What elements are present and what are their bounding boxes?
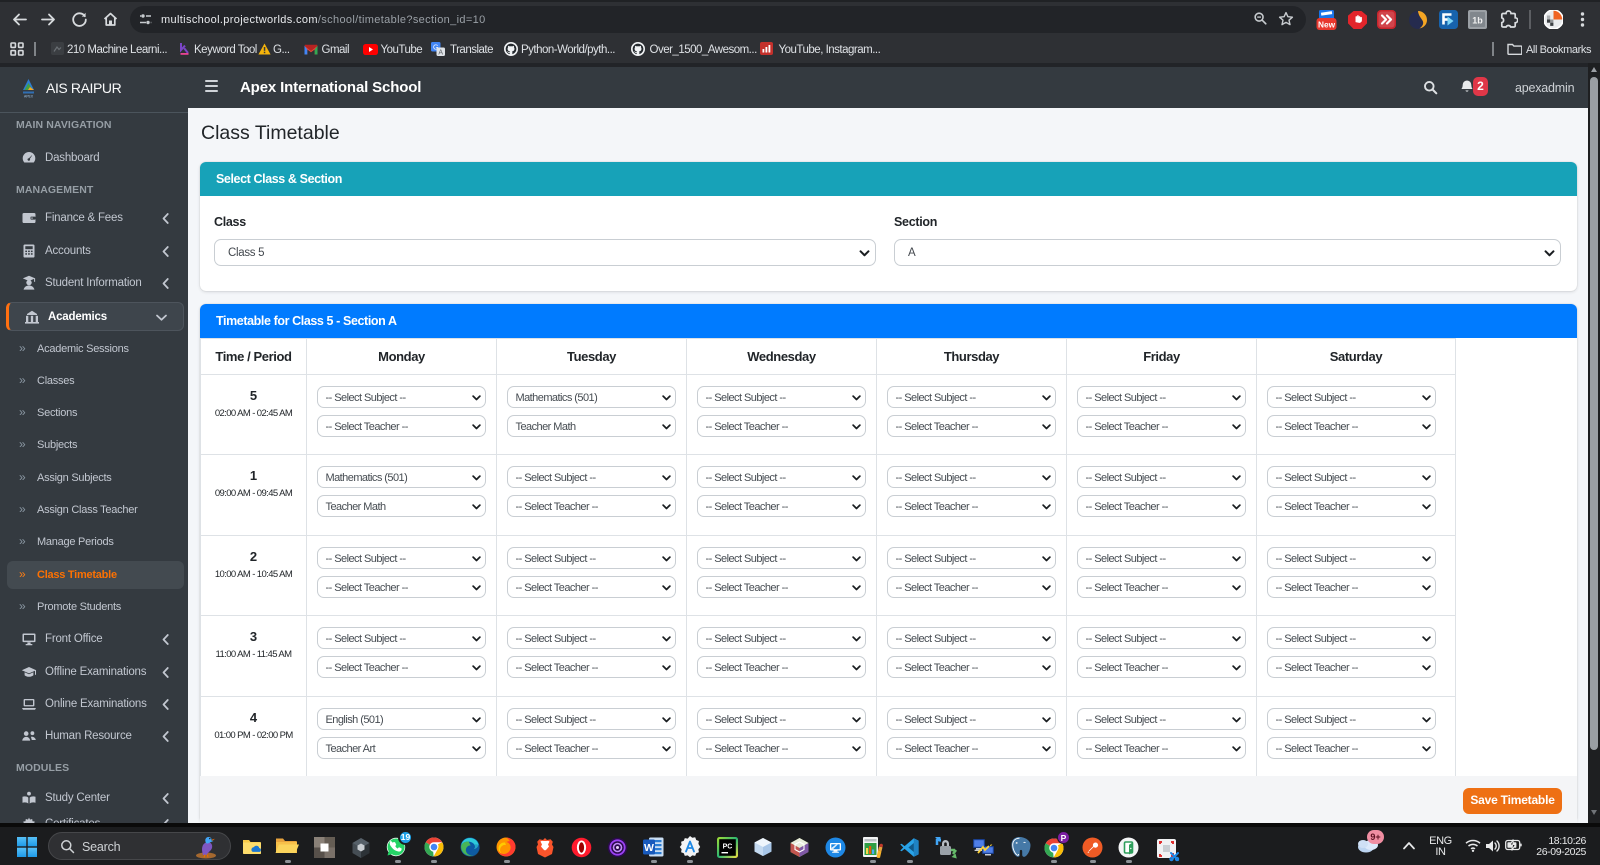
svg-text:W: W (644, 842, 654, 854)
svg-text:PC: PC (723, 843, 733, 850)
svg-text:APEX: APEX (24, 94, 34, 98)
svg-text:New: New (1318, 19, 1336, 29)
svg-text:1b: 1b (1472, 15, 1483, 25)
svg-text:A: A (438, 49, 443, 56)
